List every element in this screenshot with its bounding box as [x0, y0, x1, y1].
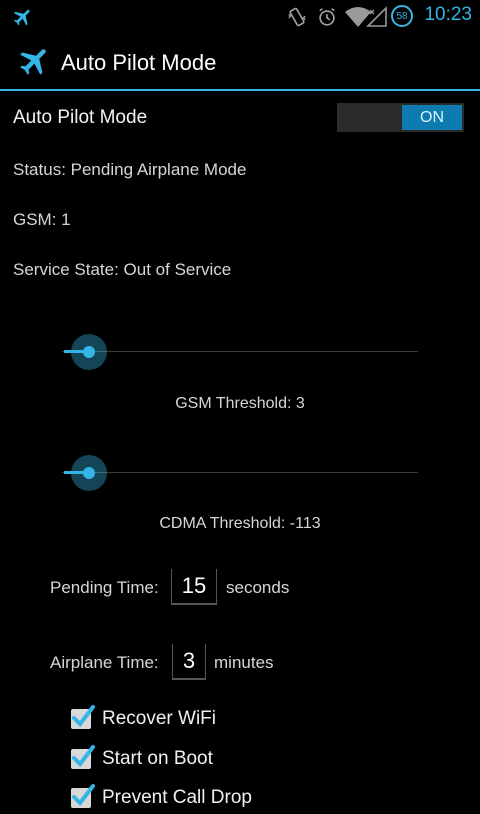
checkbox-box[interactable] [71, 745, 95, 769]
signal-icon [366, 0, 388, 33]
slider-track [62, 472, 418, 473]
airplane-icon[interactable] [17, 43, 53, 84]
prevent-call-drop-checkbox[interactable]: Prevent Call Drop [71, 782, 252, 814]
gsm-text: GSM: 1 [13, 210, 71, 229]
prevent-call-drop-label: Prevent Call Drop [102, 787, 252, 808]
slider-thumb[interactable] [71, 455, 108, 491]
alarm-icon [316, 0, 338, 33]
auto-pilot-toggle[interactable]: ON [337, 103, 464, 132]
airplane-icon [12, 0, 34, 33]
airplane-time-input[interactable]: 3 [172, 644, 206, 680]
start-on-boot-checkbox[interactable]: Start on Boot [71, 743, 213, 775]
start-on-boot-label: Start on Boot [102, 748, 213, 769]
check-icon [72, 745, 95, 768]
recover-wifi-label: Recover WiFi [102, 708, 217, 729]
status-bar: 58 10:23 [0, 0, 480, 33]
pending-time-label: Pending Time: [50, 578, 159, 597]
battery-level: 58 [396, 10, 408, 22]
service-state-text: Service State: Out of Service [13, 260, 232, 279]
clock: 10:23 [424, 4, 472, 25]
airplane-time-unit: minutes [214, 653, 274, 672]
pending-time-input[interactable]: 15 [171, 569, 217, 605]
cdma-threshold-label: CDMA Threshold: -113 [159, 515, 321, 532]
toggle-on-label: ON [402, 105, 462, 130]
recover-wifi-checkbox[interactable]: Recover WiFi [71, 703, 216, 735]
app-title: Auto Pilot Mode [61, 50, 217, 75]
check-icon [72, 705, 95, 728]
auto-pilot-label: Auto Pilot Mode [13, 107, 148, 128]
gsm-threshold-slider[interactable] [62, 332, 418, 372]
battery-icon: 58 [391, 5, 413, 27]
checkbox-box[interactable] [71, 705, 95, 729]
check-icon [72, 784, 95, 807]
slider-thumb[interactable] [71, 334, 108, 370]
vibrate-icon [286, 0, 308, 33]
action-bar-divider [0, 89, 480, 91]
status-text: Status: Pending Airplane Mode [13, 160, 247, 179]
gsm-threshold-label: GSM Threshold: 3 [175, 395, 305, 412]
slider-track [62, 351, 418, 352]
cdma-threshold-slider[interactable] [62, 453, 418, 493]
airplane-time-label: Airplane Time: [50, 653, 159, 672]
pending-time-unit: seconds [226, 578, 290, 597]
checkbox-box[interactable] [71, 784, 95, 808]
